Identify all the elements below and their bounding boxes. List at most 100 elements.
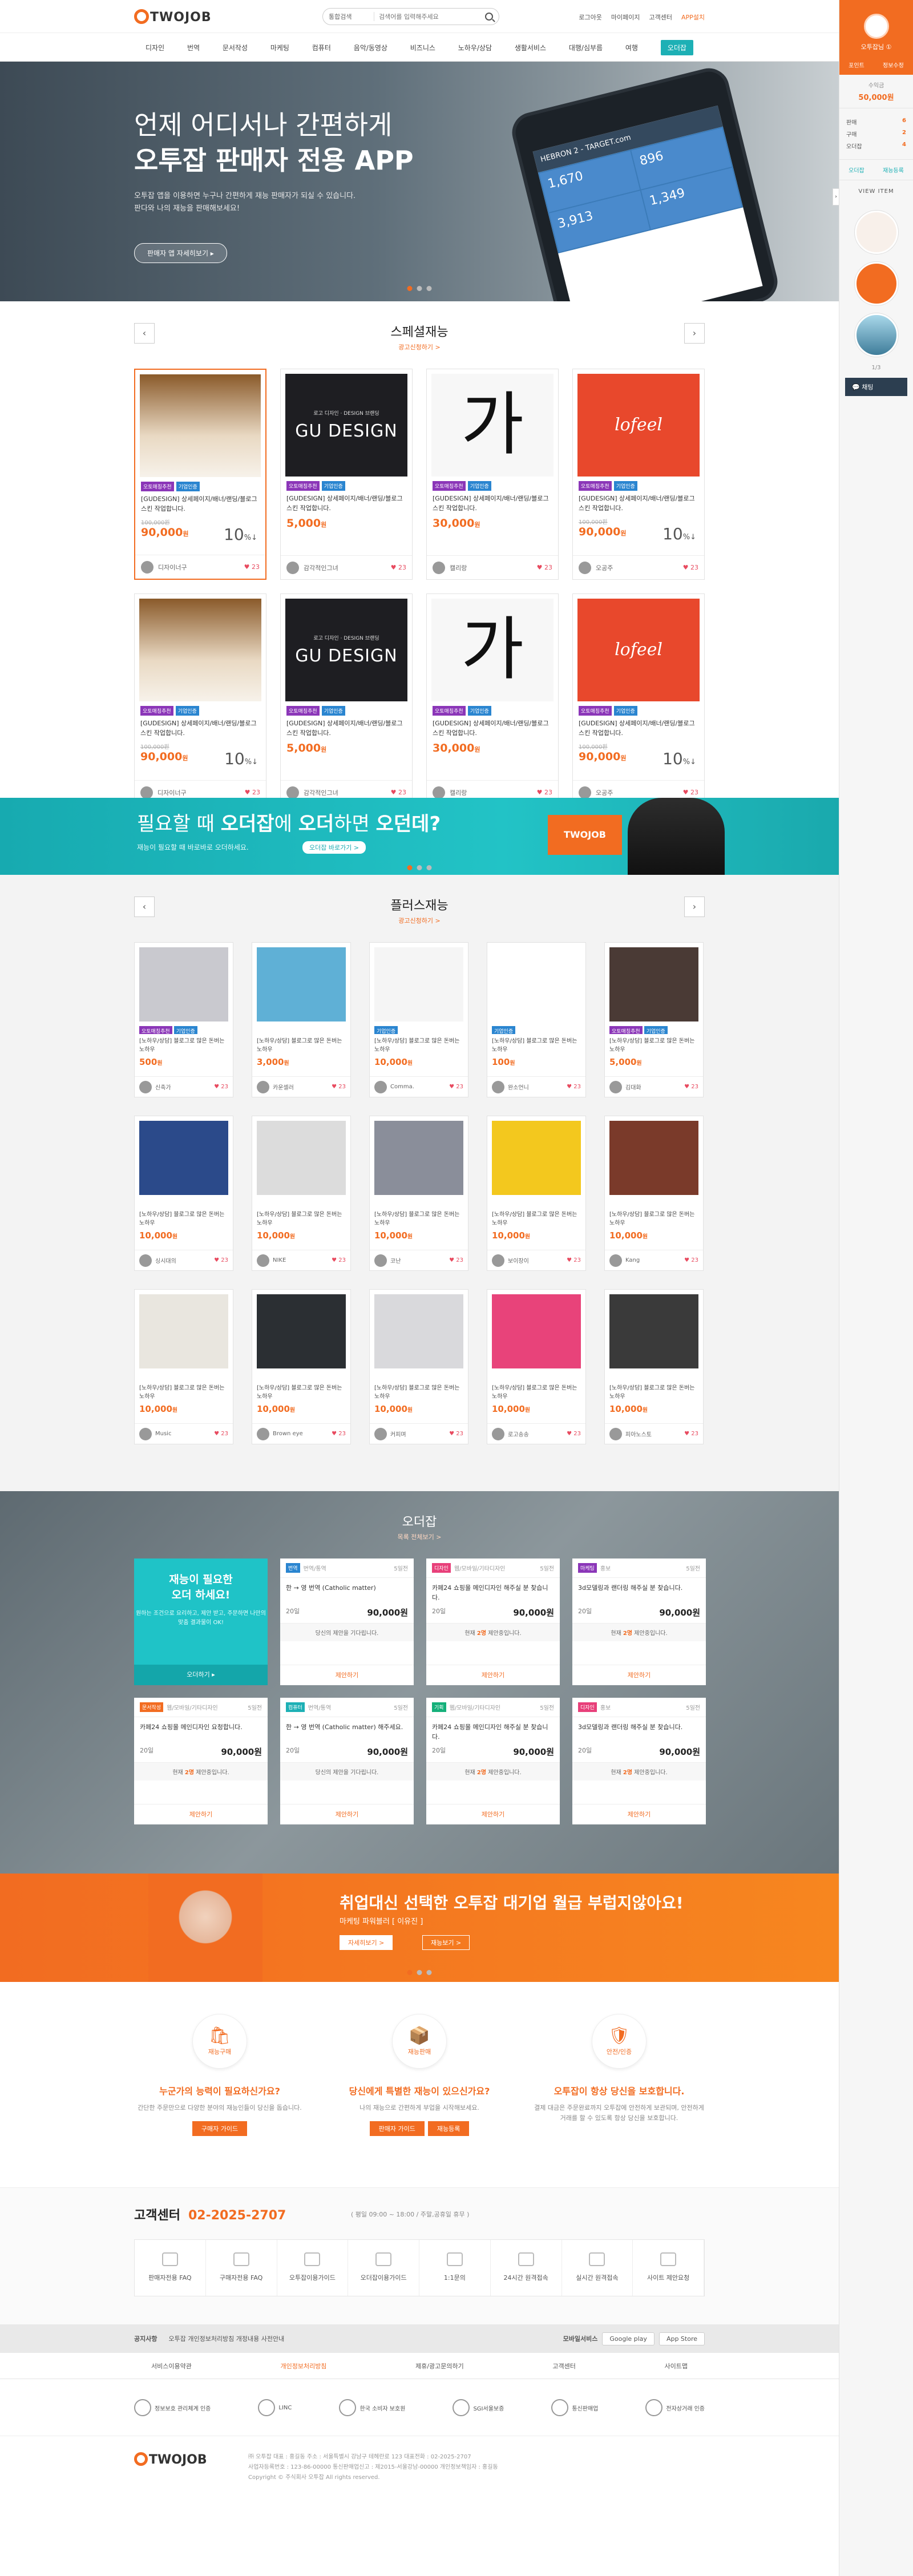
avatar[interactable]: [863, 14, 889, 39]
cs-link[interactable]: 구매자전용 FAQ: [206, 2240, 277, 2296]
plus-talent-card[interactable]: [노하우/상담] 블로그로 많은 돈버는 노하우 3,000원 카운셀러 ♥ 23: [252, 942, 351, 1097]
talent-card[interactable]: lofeel 오토매칭추천 기업인증 [GUDESIGN] 상세페이지/배너/랜딩/블…: [572, 369, 705, 580]
heart-icon[interactable]: ♥ 23: [214, 1431, 228, 1437]
points-link[interactable]: 포인트: [849, 60, 864, 69]
chat-button[interactable]: 💬 채팅: [845, 378, 907, 396]
pager-dot[interactable]: [407, 865, 413, 870]
logo[interactable]: TWOJOB: [134, 9, 212, 25]
pager-dot[interactable]: [417, 865, 422, 870]
stat-row[interactable]: 구매 2: [846, 130, 906, 138]
nav-orderjob-button[interactable]: 오더잡: [660, 39, 693, 55]
heart-icon[interactable]: ♥ 23: [245, 789, 260, 796]
order-button[interactable]: 오더하기 ▸: [134, 1665, 268, 1685]
nav-item[interactable]: 음악/동영상: [354, 43, 387, 53]
plus-talent-card[interactable]: [노하우/상담] 블로그로 많은 돈버는 노하우 10,000원 코난 ♥ 23: [369, 1116, 468, 1271]
nav-item[interactable]: 번역: [187, 43, 200, 53]
footer-menu-item[interactable]: 개인정보처리방침: [280, 2361, 326, 2371]
order-card[interactable]: 기획 웹/모바일/기타디자인 5일전 카페24 쇼핑몰 메인디자인 해주실 분 찾습니…: [426, 1698, 560, 1824]
notice-text[interactable]: 오투잡 개인정보처리방침 개정내용 사전안내: [168, 2334, 284, 2343]
app-store-button[interactable]: App Store: [659, 2332, 705, 2345]
plus-talent-card[interactable]: [노하우/상담] 블로그로 많은 돈버는 노하우 10,000원 Kang ♥ 23: [604, 1116, 704, 1271]
mypage-link[interactable]: 마이페이지: [611, 13, 640, 22]
order-card[interactable]: 디자인 홍보 5일전 3d모델링과 랜더링 해주실 분 찾습니다. 20일 90,000원…: [572, 1698, 706, 1824]
search-scope-select[interactable]: 통합검색: [329, 12, 374, 21]
nav-item[interactable]: 생활서비스: [515, 43, 546, 53]
propose-button[interactable]: 제안하기: [280, 1665, 414, 1685]
app-install-link[interactable]: APP설치: [681, 13, 705, 22]
plus-talent-card[interactable]: [노하우/상담] 블로그로 많은 돈버는 노하우 10,000원 싱시대의 ♥ 23: [134, 1116, 233, 1271]
heart-icon[interactable]: ♥ 23: [684, 1257, 698, 1263]
guide-button[interactable]: 판매자 가이드: [369, 2121, 425, 2136]
stat-row[interactable]: 판매 6: [846, 118, 906, 126]
pager-dot[interactable]: [407, 286, 413, 291]
pager-dot[interactable]: [417, 286, 422, 291]
pager-dot[interactable]: [407, 1970, 413, 1975]
talent-button[interactable]: 재능보기 >: [422, 1935, 470, 1950]
footer-menu-item[interactable]: 서비스이용약관: [151, 2361, 192, 2371]
google-play-button[interactable]: Google play: [602, 2332, 655, 2345]
nav-item[interactable]: 디자인: [146, 43, 164, 53]
footer-menu-item[interactable]: 제휴/광고문의하기: [415, 2361, 464, 2371]
talent-card[interactable]: lofeel 오토매칭추천 기업인증 [GUDESIGN] 상세페이지/배너/랜딩/블…: [572, 593, 705, 805]
plus-talent-card[interactable]: [노하우/상담] 블로그로 많은 돈버는 노하우 10,000원 로고송송 ♥ 23: [487, 1289, 586, 1444]
heart-icon[interactable]: ♥ 23: [332, 1084, 346, 1090]
heart-icon[interactable]: ♥ 23: [683, 564, 698, 571]
footer-menu-item[interactable]: 고객센터: [552, 2361, 575, 2371]
talent-card[interactable]: 가 오토매칭추천 기업인증 [GUDESIGN] 상세페이지/배너/랜딩/블로그스킨 …: [426, 369, 559, 580]
orderjob-go-button[interactable]: 오더잡 바로가기 >: [302, 841, 366, 854]
prev-arrow-icon[interactable]: ‹: [134, 897, 155, 917]
heart-icon[interactable]: ♥ 23: [391, 564, 406, 571]
heart-icon[interactable]: ♥ 23: [332, 1257, 346, 1263]
pager-dot[interactable]: [426, 286, 432, 291]
heart-icon[interactable]: ♥ 23: [449, 1084, 463, 1090]
order-card[interactable]: 마케팅 홍보 5일전 3d모델링과 랜더링 해주실 분 찾습니다. 20일 90,000원…: [572, 1558, 706, 1685]
talent-card[interactable]: 로고 디자인 · DESIGN 브랜딩 GU DESIGN 오토매칭추천 기업인증 [G…: [280, 369, 413, 580]
talent-card[interactable]: 가 오토매칭추천 기업인증 [GUDESIGN] 상세페이지/배너/랜딩/블로그스킨 …: [426, 593, 559, 805]
recent-item-thumb[interactable]: [854, 262, 898, 305]
heart-icon[interactable]: ♥ 23: [684, 1084, 698, 1090]
heart-icon[interactable]: ♥ 23: [332, 1431, 346, 1437]
talent-card[interactable]: 오토매칭추천 기업인증 [GUDESIGN] 상세페이지/배너/랜딩/블로그스킨 작…: [134, 369, 266, 580]
heart-icon[interactable]: ♥ 23: [449, 1257, 463, 1263]
order-card[interactable]: 컴퓨터 번역/통역 5일전 한 → 영 번역 (Catholic matter) 해주…: [280, 1698, 414, 1824]
next-arrow-icon[interactable]: ›: [684, 323, 705, 344]
plus-talent-card[interactable]: 기업인증 [노하우/상담] 블로그로 많은 돈버는 노하우 100원 완소언니 ♥ 23: [487, 942, 586, 1097]
cs-link[interactable]: 판매자전용 FAQ: [135, 2240, 206, 2296]
heart-icon[interactable]: ♥ 23: [214, 1257, 228, 1263]
heart-icon[interactable]: ♥ 23: [567, 1431, 581, 1437]
nav-item[interactable]: 노하우/상담: [458, 43, 492, 53]
propose-button[interactable]: 제안하기: [134, 1804, 268, 1824]
pager-dot[interactable]: [426, 865, 432, 870]
heart-icon[interactable]: ♥ 23: [391, 789, 406, 796]
heart-icon[interactable]: ♥ 23: [683, 789, 698, 796]
nav-item[interactable]: 마케팅: [270, 43, 289, 53]
orderjob-link[interactable]: 오더잡: [849, 165, 864, 174]
nav-item[interactable]: 대행/심부름: [569, 43, 603, 53]
heart-icon[interactable]: ♥ 23: [449, 1431, 463, 1437]
guide-button[interactable]: 재능등록: [427, 2121, 470, 2136]
propose-button[interactable]: 제안하기: [280, 1804, 414, 1824]
cs-link[interactable]: 24시간 원격접속: [491, 2240, 562, 2296]
propose-button[interactable]: 제안하기: [572, 1665, 706, 1685]
search-input[interactable]: [379, 13, 480, 21]
edit-profile-link[interactable]: 정보수정: [883, 60, 904, 69]
hero-button[interactable]: 판매자 앱 자세히보기 ▸: [134, 243, 227, 263]
ad-apply-link[interactable]: 광고신청하기 >: [134, 342, 705, 352]
sidebar-toggle-icon[interactable]: ›: [833, 188, 839, 205]
heart-icon[interactable]: ♥ 23: [214, 1084, 228, 1090]
pager-dot[interactable]: [417, 1970, 422, 1975]
prev-arrow-icon[interactable]: ‹: [134, 323, 155, 344]
propose-button[interactable]: 제안하기: [426, 1804, 560, 1824]
propose-button[interactable]: 제안하기: [572, 1804, 706, 1824]
register-talent-link[interactable]: 재능등록: [883, 165, 904, 174]
heart-icon[interactable]: ♥ 23: [567, 1084, 581, 1090]
order-card[interactable]: 번역 번역/통역 5일전 한 → 영 번역 (Catholic matter) 20일 9…: [280, 1558, 414, 1685]
talent-card[interactable]: 오토매칭추천 기업인증 [GUDESIGN] 상세페이지/배너/랜딩/블로그스킨 작…: [134, 593, 266, 805]
plus-talent-card[interactable]: [노하우/상담] 블로그로 많은 돈버는 노하우 10,000원 보이장이 ♥ 23: [487, 1116, 586, 1271]
order-card[interactable]: 문서작성 웹/모바일/기타디자인 5일전 카페24 쇼핑몰 메인디자인 요청합니다. 2…: [134, 1698, 268, 1824]
recent-item-thumb[interactable]: [854, 313, 898, 357]
cs-link[interactable]: 1:1문의: [419, 2240, 491, 2296]
talent-card[interactable]: 로고 디자인 · DESIGN 브랜딩 GU DESIGN 오토매칭추천 기업인증 [G…: [280, 593, 413, 805]
heart-icon[interactable]: ♥ 23: [567, 1257, 581, 1263]
plus-talent-card[interactable]: 오토매칭추천 기업인증 [노하우/상담] 블로그로 많은 돈버는 노하우 5,000원…: [604, 942, 704, 1097]
